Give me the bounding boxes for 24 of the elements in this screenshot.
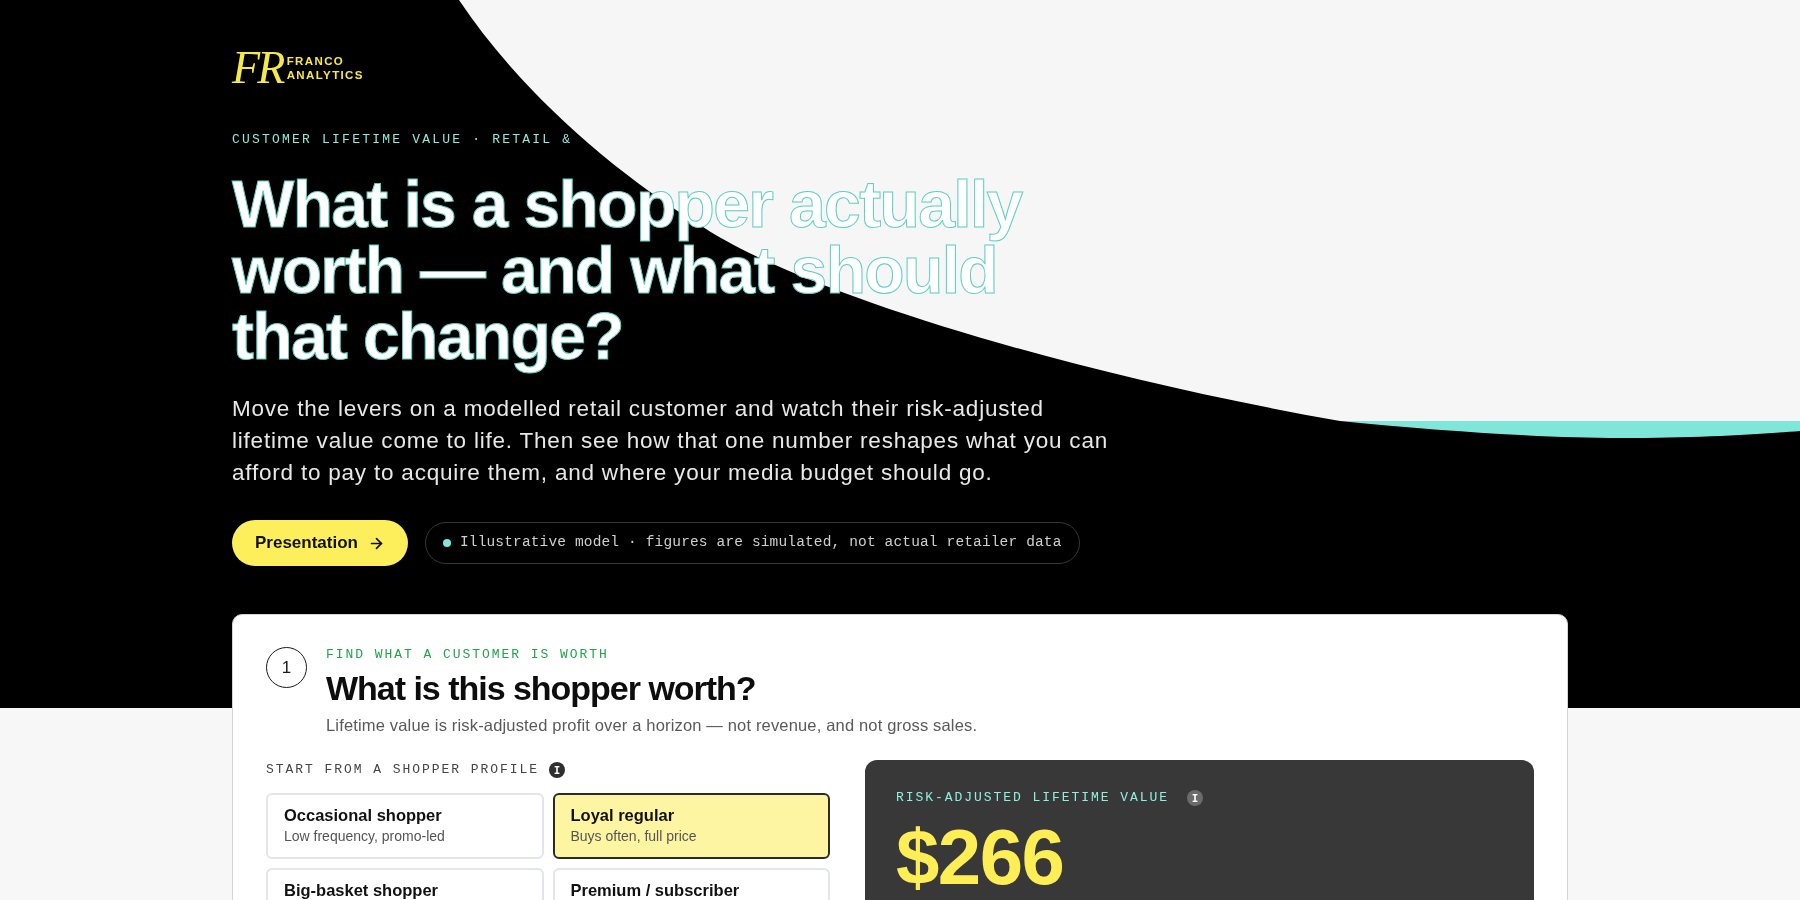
presentation-button[interactable]: Presentation [232,520,408,566]
profile-name: Loyal regular [570,805,675,825]
profile-name: Premium / subscriber [570,880,740,900]
profile-label: START FROM A SHOPPER PROFILE [266,761,540,779]
profile-name: Occasional shopper [284,805,442,825]
section-eyebrow: FIND WHAT A CUSTOMER IS WORTH [326,647,610,663]
disclaimer-text: Illustrative model · figures are simulated, not actual retailer data [460,533,1062,553]
profile-card[interactable]: Premium / subscriber [552,868,830,900]
profile-description: Buys often, full price [570,827,697,845]
profile-description: Low frequency, promo-led [284,827,445,845]
info-icon[interactable] [549,762,566,778]
logo-monogram: FR [232,42,283,94]
value-label: RISK-ADJUSTED LIFETIME VALUE [896,789,1170,807]
profile-card[interactable]: Loyal regular Buys often, full price [552,793,830,859]
hero-eyebrow: CUSTOMER LIFETIME VALUE · RETAIL & [232,131,573,149]
lifetime-value: $266 [896,818,1064,896]
info-icon[interactable] [1187,790,1204,806]
profile-card[interactable]: Big-basket shopper [266,868,544,900]
profile-card[interactable]: Occasional shopper Low frequency, promo-led [266,793,544,859]
section-subtitle: Lifetime value is risk-adjusted profit over a horizon — not revenue, and not gross sales. [326,715,978,736]
brand-name: FRANCO ANALYTICS [286,54,364,82]
profile-name: Big-basket shopper [284,880,439,900]
hero-intro: Move the levers on a modelled retail customer and watch their risk-adjusted lifetime value come to life. Then see how that one number reshapes what you can afford to pay to acquire them, and where your media budget should go. [232,395,1109,487]
section-title: What is this shopper worth? [326,668,756,709]
